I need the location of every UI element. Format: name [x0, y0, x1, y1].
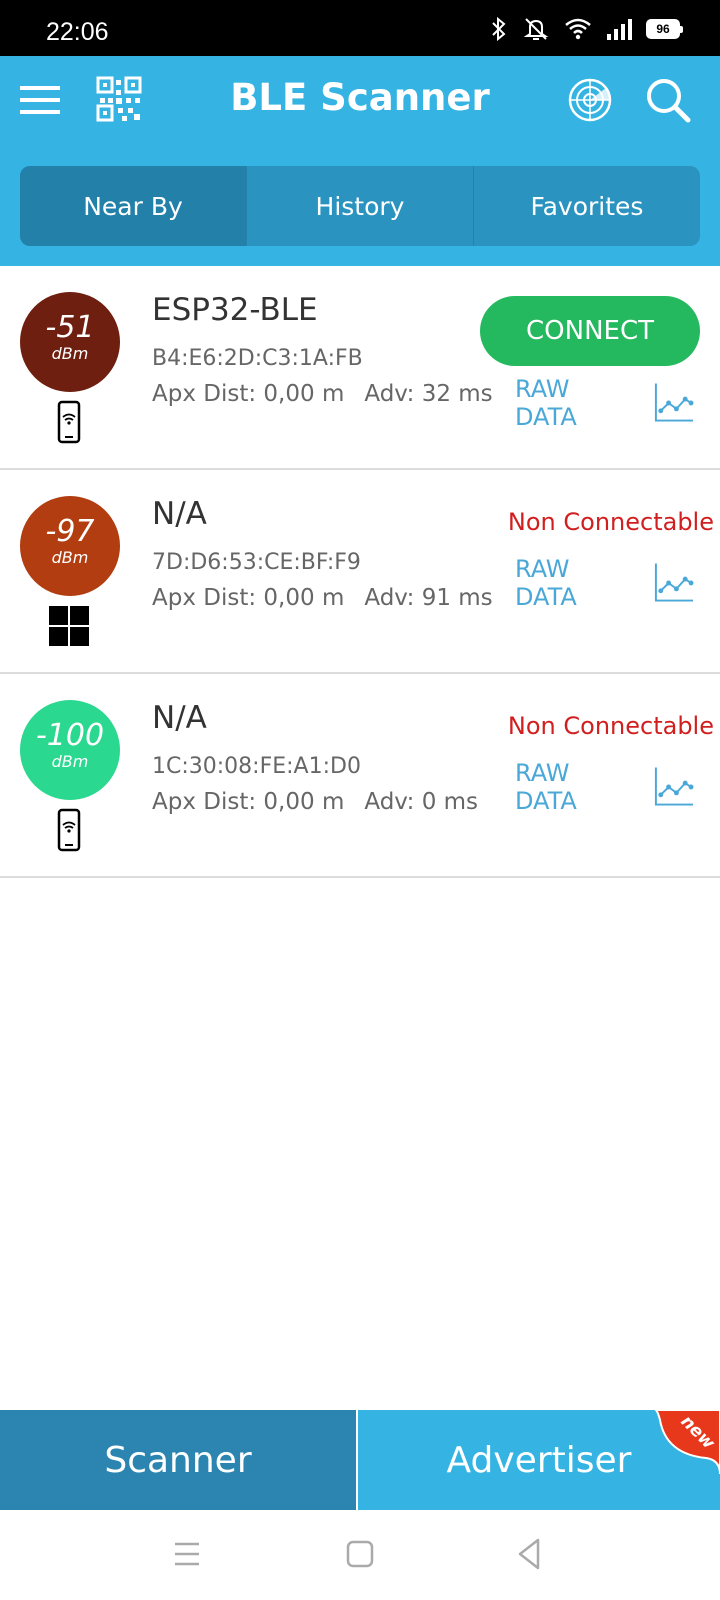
raw-data-label: RAW DATA: [515, 375, 577, 431]
device-meta: Apx Dist: 0,00 m Adv: 91 ms: [152, 585, 493, 611]
status-time: 22:06: [46, 18, 109, 46]
system-nav-bar: [0, 1510, 720, 1600]
phone-icon: [47, 808, 91, 852]
raw-data-button[interactable]: RAW DATA: [515, 759, 695, 815]
device-row[interactable]: -100 dBm N/A 1C:30:08:FE:A1:D0 Apx Dist:…: [0, 674, 720, 878]
status-bar: 22:06 96: [0, 0, 720, 56]
device-mac: 7D:D6:53:CE:BF:F9: [152, 550, 361, 575]
phone-icon: [47, 400, 91, 444]
device-name: N/A: [152, 496, 207, 532]
device-distance: Apx Dist: 0,00 m: [152, 381, 345, 407]
wifi-icon: [565, 18, 591, 40]
raw-data-label: RAW DATA: [515, 555, 577, 611]
status-icons: 96: [490, 14, 683, 44]
rssi-badge: -97 dBm: [20, 496, 120, 596]
device-name: N/A: [152, 700, 207, 736]
rssi-value: -51: [45, 310, 95, 345]
rssi-badge: -51 dBm: [20, 292, 120, 392]
device-mac: B4:E6:2D:C3:1A:FB: [152, 346, 363, 371]
bottom-bar: Scanner Advertiser new: [0, 1410, 720, 1510]
rssi-value: -97: [45, 514, 95, 549]
recent-apps-icon[interactable]: [165, 1532, 209, 1576]
device-meta: Apx Dist: 0,00 m Adv: 32 ms: [152, 381, 493, 407]
tab-near-by[interactable]: Near By: [20, 166, 247, 246]
raw-data-button[interactable]: RAW DATA: [515, 375, 695, 431]
tab-favorites[interactable]: Favorites: [474, 166, 700, 246]
home-icon[interactable]: [338, 1532, 382, 1576]
line-chart-icon: [652, 561, 695, 605]
non-connectable-label: Non Connectable: [507, 508, 714, 536]
device-meta: Apx Dist: 0,00 m Adv: 0 ms: [152, 789, 478, 815]
device-list: -51 dBm ESP32-BLE B4:E6:2D:C3:1A:FB Apx …: [0, 266, 720, 878]
device-adv-interval: Adv: 0 ms: [364, 789, 479, 815]
raw-data-button[interactable]: RAW DATA: [515, 555, 695, 611]
battery-icon: 96: [646, 19, 683, 39]
rssi-unit: dBm: [51, 344, 89, 363]
device-adv-interval: Adv: 32 ms: [364, 381, 493, 407]
back-icon[interactable]: [508, 1532, 552, 1576]
battery-level: 96: [656, 22, 670, 36]
signal-icon: [607, 19, 632, 40]
line-chart-icon: [652, 381, 695, 425]
non-connectable-label: Non Connectable: [507, 712, 714, 740]
advertiser-tab[interactable]: Advertiser new: [358, 1410, 720, 1510]
line-chart-icon: [652, 765, 695, 809]
raw-data-label: RAW DATA: [515, 759, 577, 815]
connect-button[interactable]: CONNECT: [480, 296, 700, 366]
mute-bell-icon: [523, 18, 549, 40]
new-badge: new: [650, 1410, 720, 1480]
device-distance: Apx Dist: 0,00 m: [152, 585, 345, 611]
advertiser-label: Advertiser: [446, 1439, 632, 1481]
app-bar: BLE Scanner Near By History Favorites: [0, 56, 720, 266]
tab-bar: Near By History Favorites: [20, 166, 700, 246]
search-icon[interactable]: [644, 76, 692, 124]
rssi-unit: dBm: [51, 752, 89, 771]
bluetooth-icon: [492, 16, 506, 42]
rssi-value: -100: [35, 718, 105, 753]
radar-icon[interactable]: [566, 76, 614, 124]
device-distance: Apx Dist: 0,00 m: [152, 789, 345, 815]
device-row[interactable]: -51 dBm ESP32-BLE B4:E6:2D:C3:1A:FB Apx …: [0, 266, 720, 470]
device-name: ESP32-BLE: [152, 292, 318, 328]
rssi-unit: dBm: [51, 548, 89, 567]
rssi-badge: -100 dBm: [20, 700, 120, 800]
windows-icon: [47, 604, 91, 648]
device-row[interactable]: -97 dBm N/A 7D:D6:53:CE:BF:F9 Apx Dist: …: [0, 470, 720, 674]
device-adv-interval: Adv: 91 ms: [364, 585, 493, 611]
device-mac: 1C:30:08:FE:A1:D0: [152, 754, 361, 779]
tab-history[interactable]: History: [247, 166, 474, 246]
scanner-tab[interactable]: Scanner: [0, 1410, 358, 1510]
